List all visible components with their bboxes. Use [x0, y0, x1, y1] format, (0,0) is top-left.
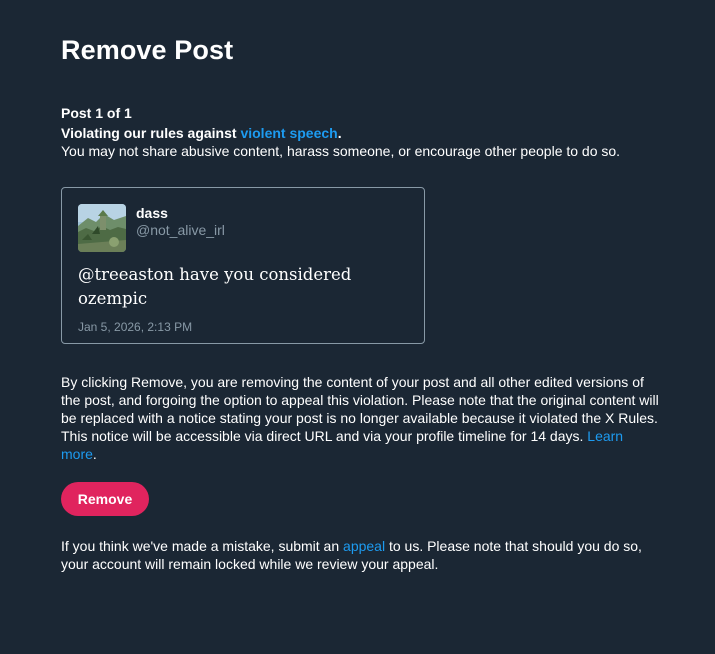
appeal-prefix: If you think we've made a mistake, submi… — [61, 538, 344, 554]
post-card: dass @not_alive_irl @treeaston have you … — [61, 187, 425, 344]
author-display-name: dass — [136, 205, 168, 221]
violation-description: You may not share abusive content, haras… — [61, 143, 621, 159]
post-counter: Post 1 of 1 — [61, 105, 132, 121]
post-author-row: dass @not_alive_irl — [78, 204, 408, 252]
violent-speech-link[interactable]: violent speech — [240, 125, 337, 141]
removal-notice: By clicking Remove, you are removing the… — [61, 373, 661, 463]
post-text: @treeaston have you considered ozempic — [78, 265, 352, 308]
appeal-link[interactable]: appeal — [343, 538, 385, 554]
appeal-notice: If you think we've made a mistake, submi… — [61, 537, 661, 573]
post-timestamp: Jan 5, 2026, 2:13 PM — [78, 320, 193, 334]
removal-notice-end: . — [92, 446, 97, 462]
post-author-meta: dass @not_alive_irl — [136, 204, 225, 239]
author-handle: @not_alive_irl — [136, 222, 225, 238]
landscape-photo-avatar-icon — [78, 204, 126, 252]
violation-prefix: Violating our rules against — [61, 125, 241, 141]
violation-heading: Violating our rules against violent spee… — [61, 123, 715, 143]
removal-notice-text: By clicking Remove, you are removing the… — [61, 374, 659, 444]
remove-post-page: Remove Post Post 1 of 1 Violating our ru… — [0, 0, 715, 654]
violation-suffix: . — [337, 125, 342, 141]
page-title: Remove Post — [61, 35, 234, 65]
remove-button[interactable]: Remove — [61, 482, 149, 516]
